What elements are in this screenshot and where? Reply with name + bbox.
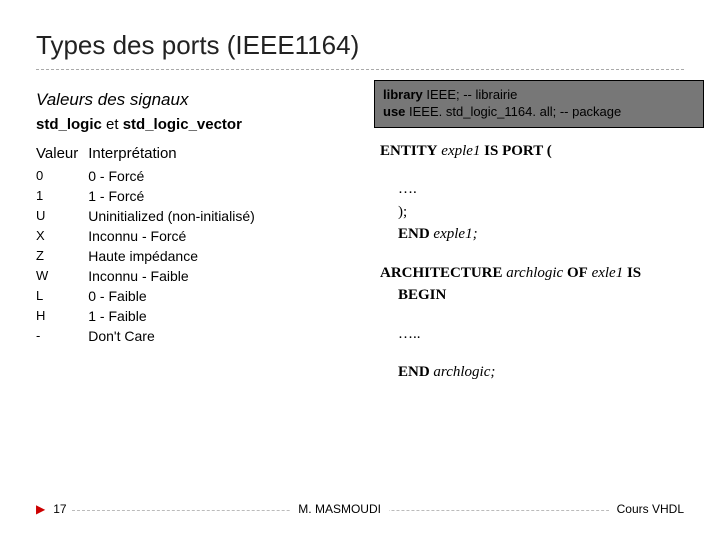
type-description: std_logic et std_logic_vector [36, 116, 356, 133]
code-rest: IEEE. std_logic_1164. all; -- package [405, 104, 621, 119]
code-line: BEGIN [380, 284, 704, 307]
code-line: use IEEE. std_logic_1164. all; -- packag… [383, 104, 695, 121]
code-line: ARCHITECTURE archlogic OF exle1 IS [380, 262, 704, 285]
arch-ent: exle1 [588, 265, 627, 281]
table-row: L0 - Faible [36, 286, 265, 306]
cell-sym: 1 [36, 186, 88, 206]
arch-name: archlogic [503, 265, 567, 281]
code-line: ENTITY exple1 IS PORT ( [380, 140, 704, 163]
table-row: XInconnu - Forcé [36, 226, 265, 246]
kw-arch: ARCHITECTURE [380, 265, 503, 281]
table-row: H1 - Faible [36, 306, 265, 326]
cell-sym: Z [36, 246, 88, 266]
table-row: ZHaute impédance [36, 246, 265, 266]
table-row: 11 - Forcé [36, 186, 265, 206]
code-line: END exple1; [398, 223, 704, 246]
col-value: Valeur [36, 143, 88, 166]
type-c: std_logic_vector [123, 116, 242, 133]
cell-sym: U [36, 206, 88, 226]
end2-name: archlogic; [430, 364, 496, 380]
table-row: WInconnu - Faible [36, 266, 265, 286]
cell-sym: - [36, 326, 88, 346]
cell-txt: Inconnu - Forcé [88, 226, 265, 246]
vhdl-code: ENTITY exple1 IS PORT ( …. ); END exple1… [374, 140, 704, 384]
col-interp: Interprétation [88, 143, 265, 166]
values-table: Valeur Interprétation 00 - Forcé 11 - Fo… [36, 143, 265, 346]
title-divider [36, 69, 684, 70]
chevron-right-icon: ▶ [36, 502, 45, 516]
type-a: std_logic [36, 116, 102, 133]
cell-txt: 1 - Faible [88, 306, 265, 326]
type-sep: et [102, 116, 123, 133]
cell-txt: 0 - Faible [88, 286, 265, 306]
cell-sym: 0 [36, 166, 88, 186]
kw-isport: IS PORT ( [484, 143, 552, 159]
kw-begin: BEGIN [398, 287, 446, 303]
library-code-box: library IEEE; -- librairie use IEEE. std… [374, 80, 704, 128]
kw-use: use [383, 104, 405, 119]
cell-txt: 0 - Forcé [88, 166, 265, 186]
kw-end: END [398, 226, 430, 242]
code-line: …. [398, 178, 704, 201]
page-number: 17 [53, 502, 70, 516]
code-line: library IEEE; -- librairie [383, 87, 695, 104]
sub-header: Valeurs des signaux [36, 90, 356, 110]
cell-sym: H [36, 306, 88, 326]
cell-txt: Haute impédance [88, 246, 265, 266]
table-row: UUninitialized (non-initialisé) [36, 206, 265, 226]
cell-sym: X [36, 226, 88, 246]
kw-end2: END [398, 364, 430, 380]
footer-course: Cours VHDL [609, 502, 684, 516]
cell-sym: L [36, 286, 88, 306]
kw-of: OF [567, 265, 588, 281]
cell-txt: 1 - Forcé [88, 186, 265, 206]
code-line: ….. [398, 323, 704, 346]
cell-sym: W [36, 266, 88, 286]
cell-txt: Inconnu - Faible [88, 266, 265, 286]
slide-title: Types des ports (IEEE1164) [36, 30, 684, 61]
cell-txt: Don't Care [88, 326, 265, 346]
kw-entity: ENTITY [380, 143, 438, 159]
code-rest: IEEE; -- librairie [423, 87, 518, 102]
code-line: ); [398, 201, 704, 224]
table-row: 00 - Forcé [36, 166, 265, 186]
end-name: exple1; [430, 226, 478, 242]
kw-library: library [383, 87, 423, 102]
cell-txt: Uninitialized (non-initialisé) [88, 206, 265, 226]
table-row: -Don't Care [36, 326, 265, 346]
code-line: END archlogic; [380, 361, 704, 384]
slide-footer: ▶ 17 M. MASMOUDI Cours VHDL [0, 502, 720, 516]
footer-author: M. MASMOUDI [290, 502, 389, 516]
kw-is: IS [627, 265, 641, 281]
entity-name: exple1 [438, 143, 485, 159]
